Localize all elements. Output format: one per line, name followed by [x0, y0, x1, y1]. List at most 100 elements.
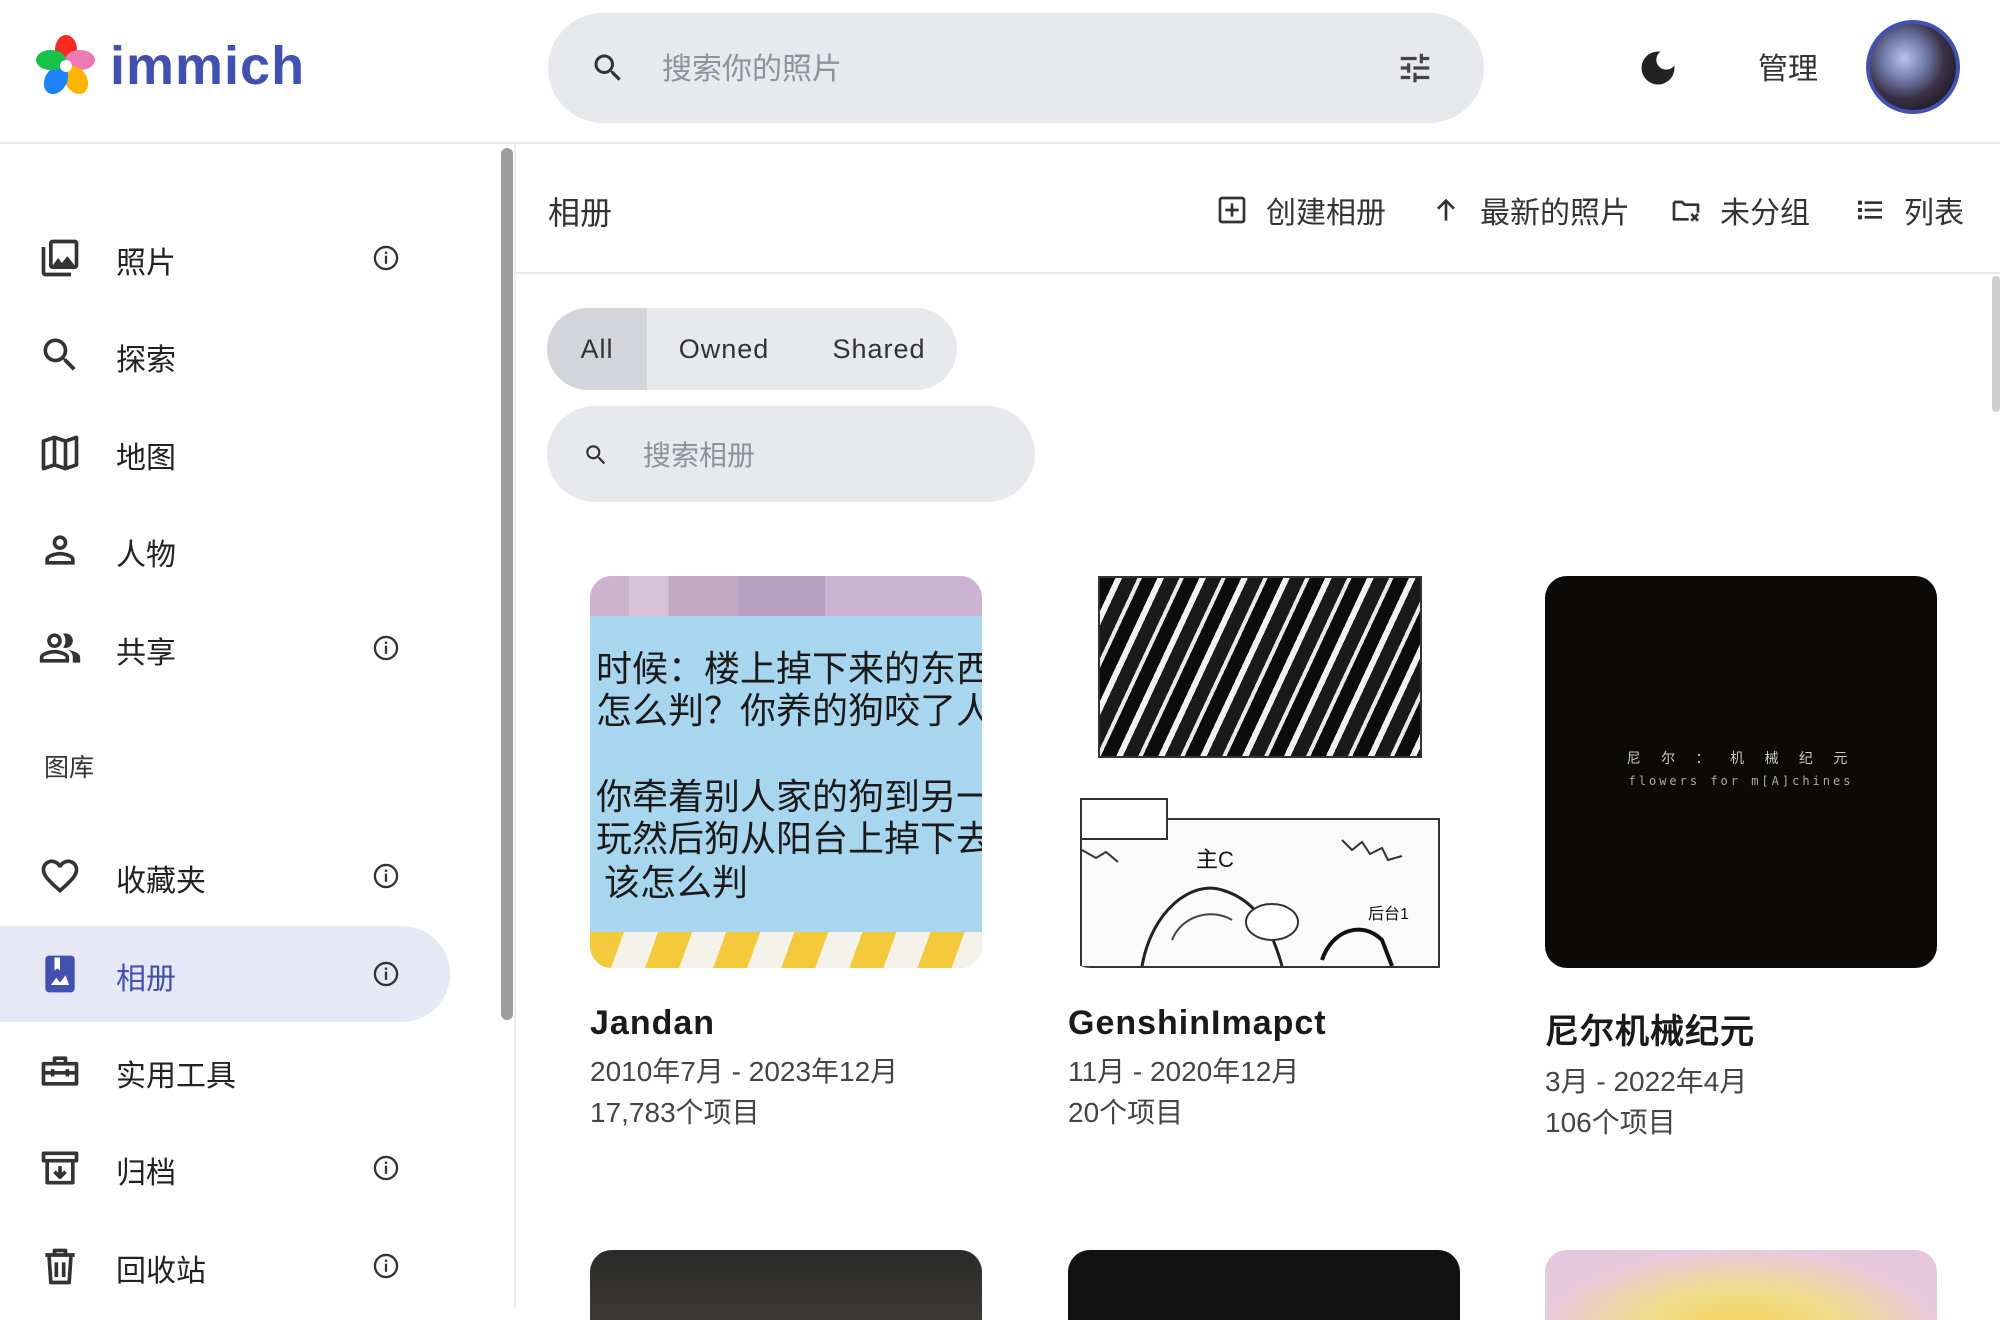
info-icon[interactable]	[372, 960, 400, 988]
thumbnail-decoration	[590, 932, 982, 968]
album-search-bar[interactable]	[547, 406, 1035, 502]
info-icon[interactable]	[372, 862, 400, 890]
album-thumbnail-partial[interactable]	[590, 1250, 982, 1320]
group-button[interactable]: 未分组	[1670, 188, 1810, 232]
search-filter-icon[interactable]	[1396, 49, 1434, 87]
album-search-input[interactable]	[641, 430, 1005, 480]
person-icon	[45, 535, 75, 565]
sidebar-item-archive[interactable]: 归档	[0, 1120, 450, 1216]
album-title[interactable]: 尼尔机械纪元	[1545, 1004, 1939, 1053]
sidebar-item-explore[interactable]: 探索	[0, 307, 450, 403]
sidebar-item-label: 实用工具	[116, 1059, 236, 1094]
album-date-range: 3月 - 2022年4月	[1545, 1066, 1748, 1097]
album-date-range: 2010年7月 - 2023年12月	[590, 1056, 899, 1087]
view-mode-button[interactable]: 列表	[1854, 188, 1964, 232]
sort-button[interactable]: 最新的照片	[1430, 188, 1630, 232]
album-item-count: 17,783个项目	[590, 1097, 760, 1128]
group-label: 未分组	[1720, 196, 1810, 231]
manga-sketch	[1082, 839, 1403, 966]
filter-owned[interactable]: Owned	[647, 308, 801, 390]
immich-logo-icon	[36, 35, 95, 95]
info-icon[interactable]	[372, 634, 400, 662]
sort-label: 最新的照片	[1480, 196, 1630, 231]
album-title[interactable]: GenshinImapct	[1068, 1004, 1462, 1043]
content-scrollbar-thumb[interactable]	[1992, 276, 2000, 412]
thumbnail-text: 尼 尔 ： 机 械 纪 元	[1626, 751, 1856, 767]
sidebar-item-label: 相册	[116, 962, 176, 997]
filter-shared[interactable]: Shared	[801, 308, 957, 390]
album-card-nier[interactable]: 尼 尔 ： 机 械 纪 元 flowers for m[A]chines 尼尔机…	[1545, 576, 1939, 1143]
people-icon	[39, 633, 81, 663]
thumbnail-text: 怎么判？你养的狗咬了人	[596, 691, 982, 732]
manga-label: 主C	[1196, 847, 1234, 872]
album-card-genshinimapct[interactable]: 主C 后台1 GenshinImapct 11月 - 2020年12月 20个项…	[1068, 576, 1462, 1133]
create-album-label: 创建相册	[1266, 196, 1386, 231]
sidebar-item-trash[interactable]: 回收站	[0, 1218, 450, 1314]
folder-remove-icon	[1672, 200, 1700, 222]
manga-label: 后台1	[1368, 906, 1409, 923]
sidebar-scrollbar[interactable]	[500, 144, 514, 1309]
sidebar-item-label: 探索	[116, 343, 176, 378]
thumbnail-text: flowers for m[A]chines	[1628, 774, 1854, 788]
album-thumbnail[interactable]: 时候：楼上掉下来的东西 怎么判？你养的狗咬了人 你牵着别人家的狗到另一 玩然后狗…	[590, 576, 982, 968]
map-icon	[41, 435, 79, 471]
album-card-jandan[interactable]: 时候：楼上掉下来的东西 怎么判？你养的狗咬了人 你牵着别人家的狗到另一 玩然后狗…	[590, 576, 984, 1133]
sidebar-item-people[interactable]: 人物	[0, 502, 450, 598]
sidebar-item-favorites[interactable]: 收藏夹	[0, 828, 450, 924]
info-icon[interactable]	[372, 244, 400, 272]
album-thumbnail[interactable]: 主C 后台1	[1068, 576, 1460, 968]
top-bar: immich 管理	[0, 0, 2000, 144]
create-album-button[interactable]: 创建相册	[1216, 188, 1386, 232]
plus-box-icon	[1218, 196, 1246, 224]
album-item-count: 20个项目	[1068, 1097, 1184, 1128]
sidebar-item-label: 照片	[116, 246, 176, 281]
global-search-input[interactable]	[660, 43, 1344, 95]
thumbnail-text: 该怎么判	[604, 863, 749, 904]
album-thumbnail[interactable]: 尼 尔 ： 机 械 纪 元 flowers for m[A]chines	[1545, 576, 1937, 968]
sidebar-item-label: 回收站	[116, 1254, 206, 1289]
sidebar-divider	[514, 144, 516, 1309]
album-thumbnail-partial[interactable]	[1545, 1250, 1937, 1320]
thumbnail-decoration	[590, 576, 982, 616]
arrow-up-icon	[1437, 198, 1455, 221]
album-title[interactable]: Jandan	[590, 1004, 984, 1043]
sidebar-item-label: 归档	[116, 1156, 176, 1191]
album-date-range: 11月 - 2020年12月	[1068, 1056, 1300, 1087]
sidebar: 照片 探索 地图 人物 共享 图库 收藏夹 相册 实用工具 归档 回收站	[0, 144, 500, 1309]
user-avatar[interactable]	[1866, 20, 1960, 114]
search-icon[interactable]	[590, 50, 626, 86]
view-mode-label: 列表	[1904, 196, 1964, 231]
global-search-bar[interactable]	[548, 13, 1484, 123]
sidebar-item-label: 共享	[116, 636, 176, 671]
album-filter-group: All Owned Shared	[547, 308, 957, 390]
album-thumbnail-partial[interactable]	[1068, 1250, 1460, 1320]
sidebar-scrollbar-thumb[interactable]	[501, 148, 513, 1020]
admin-link[interactable]: 管理	[1758, 44, 1818, 88]
search-icon	[43, 338, 76, 371]
manga-panel: 主C 后台1	[1080, 818, 1440, 968]
sidebar-item-sharing[interactable]: 共享	[0, 600, 450, 696]
heart-icon	[41, 859, 79, 894]
toolbox-icon	[41, 1056, 79, 1086]
search-icon	[586, 445, 606, 465]
sidebar-item-label: 地图	[116, 441, 176, 476]
trash-icon	[45, 1248, 75, 1285]
content-scrollbar[interactable]	[1992, 274, 2000, 1309]
archive-icon	[41, 1151, 79, 1185]
photos-icon	[41, 239, 79, 277]
info-icon[interactable]	[372, 1252, 400, 1280]
sidebar-item-utilities[interactable]: 实用工具	[0, 1023, 450, 1119]
sidebar-item-photos[interactable]: 照片	[0, 210, 450, 306]
sidebar-item-label: 人物	[116, 538, 176, 573]
sidebar-item-map[interactable]: 地图	[0, 405, 450, 501]
info-icon[interactable]	[372, 1154, 400, 1182]
manga-panel	[1098, 576, 1422, 758]
dark-mode-toggle-icon[interactable]	[1636, 46, 1680, 90]
sidebar-item-label: 收藏夹	[116, 864, 206, 899]
filter-all[interactable]: All	[547, 308, 647, 390]
list-icon	[1858, 200, 1882, 220]
app-logo[interactable]: immich	[34, 34, 305, 98]
library-section-title: 图库	[44, 753, 95, 782]
album-icon	[45, 955, 75, 993]
sidebar-item-albums[interactable]: 相册	[0, 926, 450, 1022]
